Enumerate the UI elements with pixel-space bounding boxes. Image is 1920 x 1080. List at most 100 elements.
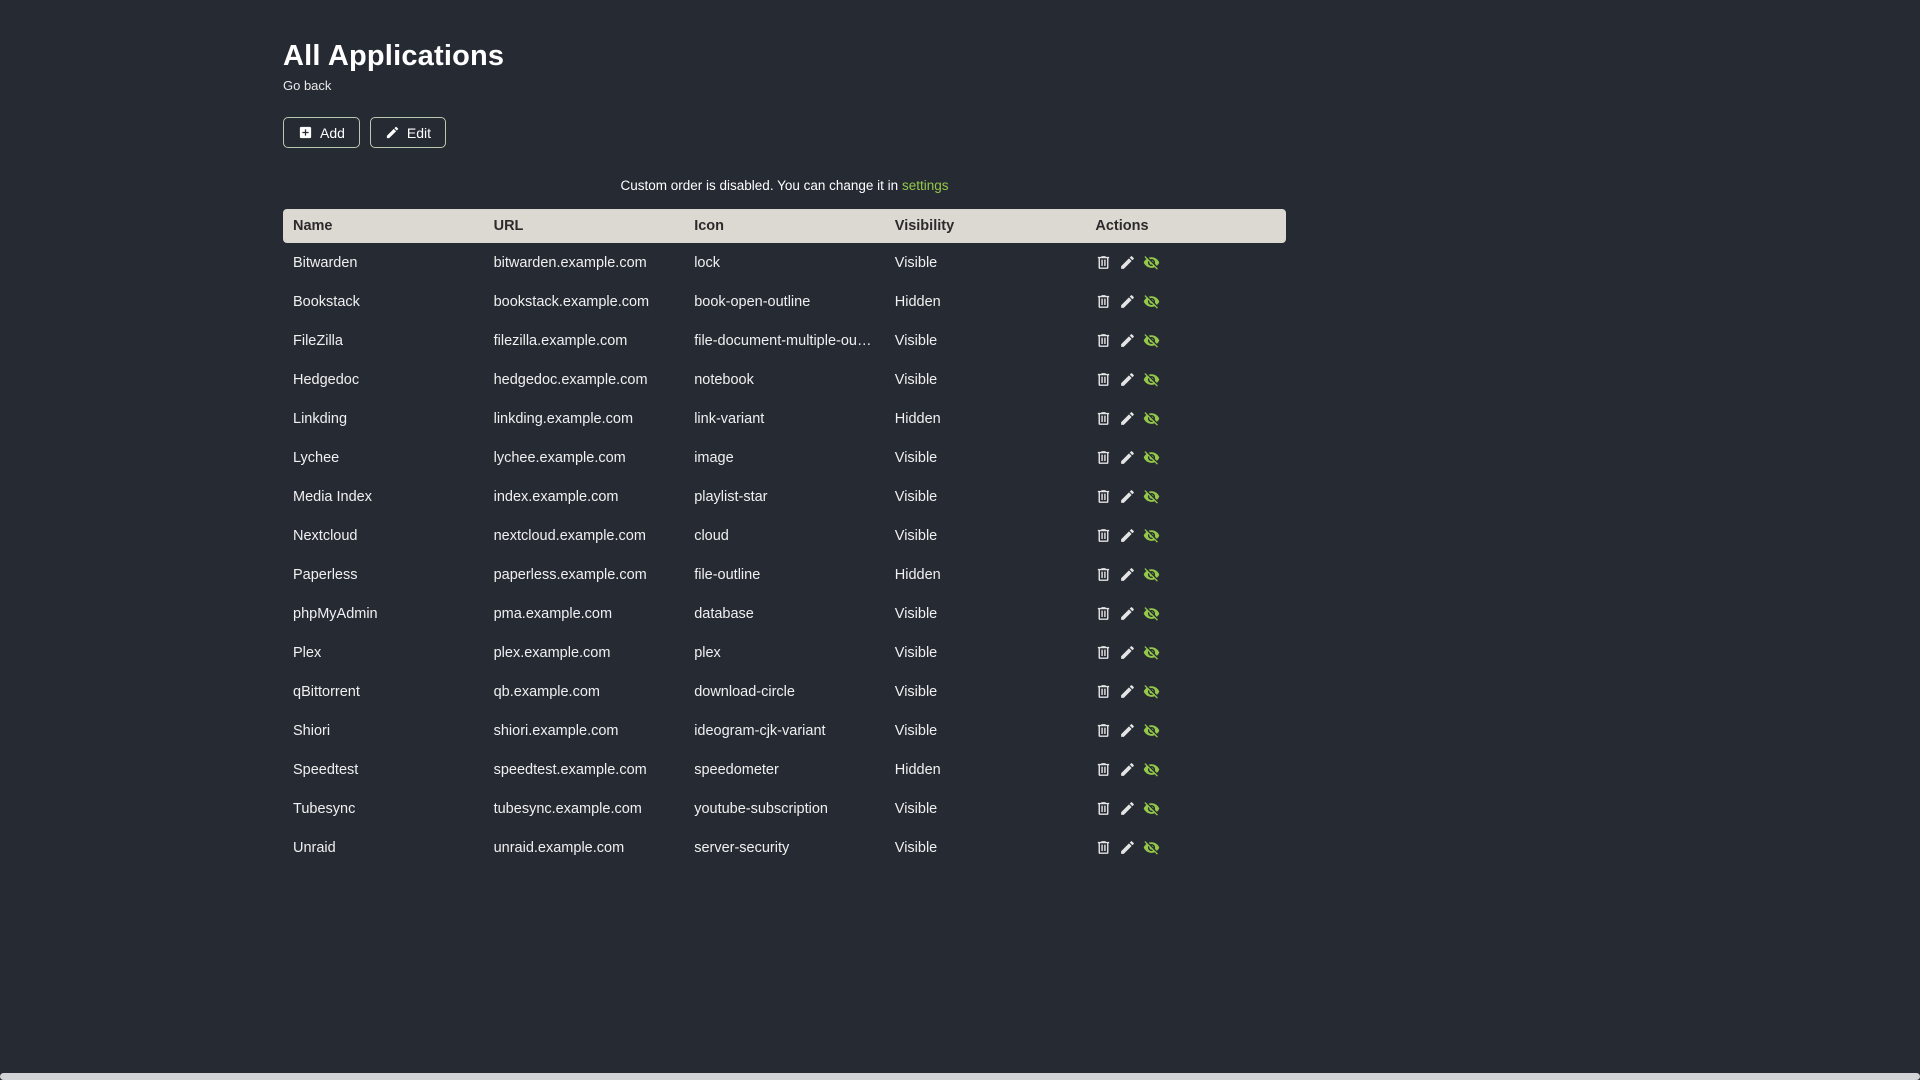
app-icon-name: download-circle (694, 683, 795, 700)
column-header-visibility: Visibility (884, 209, 1086, 243)
app-visibility: Visible (894, 800, 938, 817)
column-header-name: Name (283, 209, 484, 243)
app-name: Nextcloud (293, 527, 358, 544)
pencil-icon[interactable] (1119, 761, 1136, 778)
pencil-icon[interactable] (1119, 605, 1136, 622)
visibility-toggle-icon[interactable] (1143, 293, 1160, 310)
visibility-toggle-icon[interactable] (1143, 800, 1160, 817)
visibility-toggle-icon[interactable] (1143, 605, 1160, 622)
table-row: Bitwarden bitwarden.example.com lock Visibl… (283, 243, 1286, 282)
visibility-toggle-icon[interactable] (1143, 527, 1160, 544)
pencil-icon[interactable] (1119, 566, 1136, 583)
pencil-icon[interactable] (1119, 800, 1136, 817)
trash-icon[interactable] (1095, 332, 1112, 349)
visibility-toggle-icon[interactable] (1143, 566, 1160, 583)
visibility-toggle-icon[interactable] (1143, 839, 1160, 856)
plus-box-icon (298, 125, 313, 140)
table-row: phpMyAdmin pma.example.com database Visible (283, 594, 1286, 633)
trash-icon[interactable] (1095, 644, 1112, 661)
actions-cell (1085, 438, 1286, 477)
column-header-url: URL (483, 209, 685, 243)
pencil-icon[interactable] (1119, 293, 1136, 310)
visibility-toggle-icon[interactable] (1143, 332, 1160, 349)
app-icon-name: link-variant (694, 410, 765, 427)
column-header-actions: Actions (1085, 209, 1286, 243)
actions-cell (1085, 672, 1286, 711)
trash-icon[interactable] (1095, 410, 1112, 427)
app-visibility: Hidden (894, 761, 941, 778)
app-name: Speedtest (293, 761, 359, 778)
table-row: Lychee lychee.example.com image Visible (283, 438, 1286, 477)
table-row: Tubesync tubesync.example.com youtube-subs… (283, 789, 1286, 828)
app-url: nextcloud.example.com (493, 527, 646, 544)
actions-cell (1085, 243, 1286, 282)
app-visibility: Visible (894, 488, 938, 505)
trash-icon[interactable] (1095, 293, 1112, 310)
app-url: plex.example.com (493, 644, 611, 661)
trash-icon[interactable] (1095, 800, 1112, 817)
app-name: Bitwarden (293, 254, 358, 271)
app-visibility: Hidden (894, 293, 941, 310)
pencil-icon[interactable] (1119, 254, 1136, 271)
actions-cell (1085, 516, 1286, 555)
trash-icon[interactable] (1095, 722, 1112, 739)
app-icon-name: lock (694, 254, 720, 271)
visibility-toggle-icon[interactable] (1143, 254, 1160, 271)
pencil-icon[interactable] (1119, 410, 1136, 427)
pencil-icon[interactable] (1119, 488, 1136, 505)
trash-icon[interactable] (1095, 761, 1112, 778)
edit-button[interactable]: Edit (369, 117, 447, 148)
add-button[interactable]: Add (283, 117, 360, 148)
table-row: Plex plex.example.com plex Visible (283, 633, 1286, 672)
visibility-toggle-icon[interactable] (1143, 761, 1160, 778)
trash-icon[interactable] (1095, 371, 1112, 388)
custom-order-notice: Custom order is disabled. You can change… (283, 178, 1286, 193)
trash-icon[interactable] (1095, 488, 1112, 505)
app-name: phpMyAdmin (293, 605, 378, 622)
pencil-icon[interactable] (1119, 722, 1136, 739)
trash-icon[interactable] (1095, 566, 1112, 583)
app-icon-name: plex (694, 644, 721, 661)
app-visibility: Visible (894, 839, 938, 856)
trash-icon[interactable] (1095, 605, 1112, 622)
app-icon-name: cloud (694, 527, 729, 544)
app-icon-name: file-document-multiple-outline (694, 332, 884, 349)
app-visibility: Hidden (894, 566, 941, 583)
app-url: bitwarden.example.com (493, 254, 647, 271)
visibility-toggle-icon[interactable] (1143, 371, 1160, 388)
go-back-link[interactable]: Go back (283, 78, 331, 93)
actions-cell (1085, 594, 1286, 633)
pencil-icon[interactable] (1119, 332, 1136, 349)
trash-icon[interactable] (1095, 254, 1112, 271)
actions-cell (1085, 477, 1286, 516)
actions-cell (1085, 555, 1286, 594)
app-url: hedgedoc.example.com (493, 371, 648, 388)
horizontal-scrollbar[interactable] (0, 1073, 1920, 1080)
app-visibility: Hidden (894, 410, 941, 427)
trash-icon[interactable] (1095, 527, 1112, 544)
table-row: FileZilla filezilla.example.com file-docum… (283, 321, 1286, 360)
trash-icon[interactable] (1095, 683, 1112, 700)
app-visibility: Visible (894, 371, 938, 388)
table-row: Hedgedoc hedgedoc.example.com notebook Visi… (283, 360, 1286, 399)
pencil-icon[interactable] (1119, 449, 1136, 466)
visibility-toggle-icon[interactable] (1143, 722, 1160, 739)
settings-link[interactable]: settings (902, 178, 949, 193)
pencil-icon[interactable] (1119, 644, 1136, 661)
visibility-toggle-icon[interactable] (1143, 683, 1160, 700)
pencil-icon[interactable] (1119, 683, 1136, 700)
visibility-toggle-icon[interactable] (1143, 644, 1160, 661)
visibility-toggle-icon[interactable] (1143, 488, 1160, 505)
visibility-toggle-icon[interactable] (1143, 410, 1160, 427)
pencil-icon[interactable] (1119, 371, 1136, 388)
trash-icon[interactable] (1095, 839, 1112, 856)
table-row: qBittorrent qb.example.com download-circle… (283, 672, 1286, 711)
actions-cell (1085, 321, 1286, 360)
pencil-icon[interactable] (1119, 527, 1136, 544)
visibility-toggle-icon[interactable] (1143, 449, 1160, 466)
table-row: Speedtest speedtest.example.com speedomete… (283, 750, 1286, 789)
app-visibility: Visible (894, 644, 938, 661)
pencil-icon[interactable] (1119, 839, 1136, 856)
trash-icon[interactable] (1095, 449, 1112, 466)
app-url: filezilla.example.com (493, 332, 628, 349)
